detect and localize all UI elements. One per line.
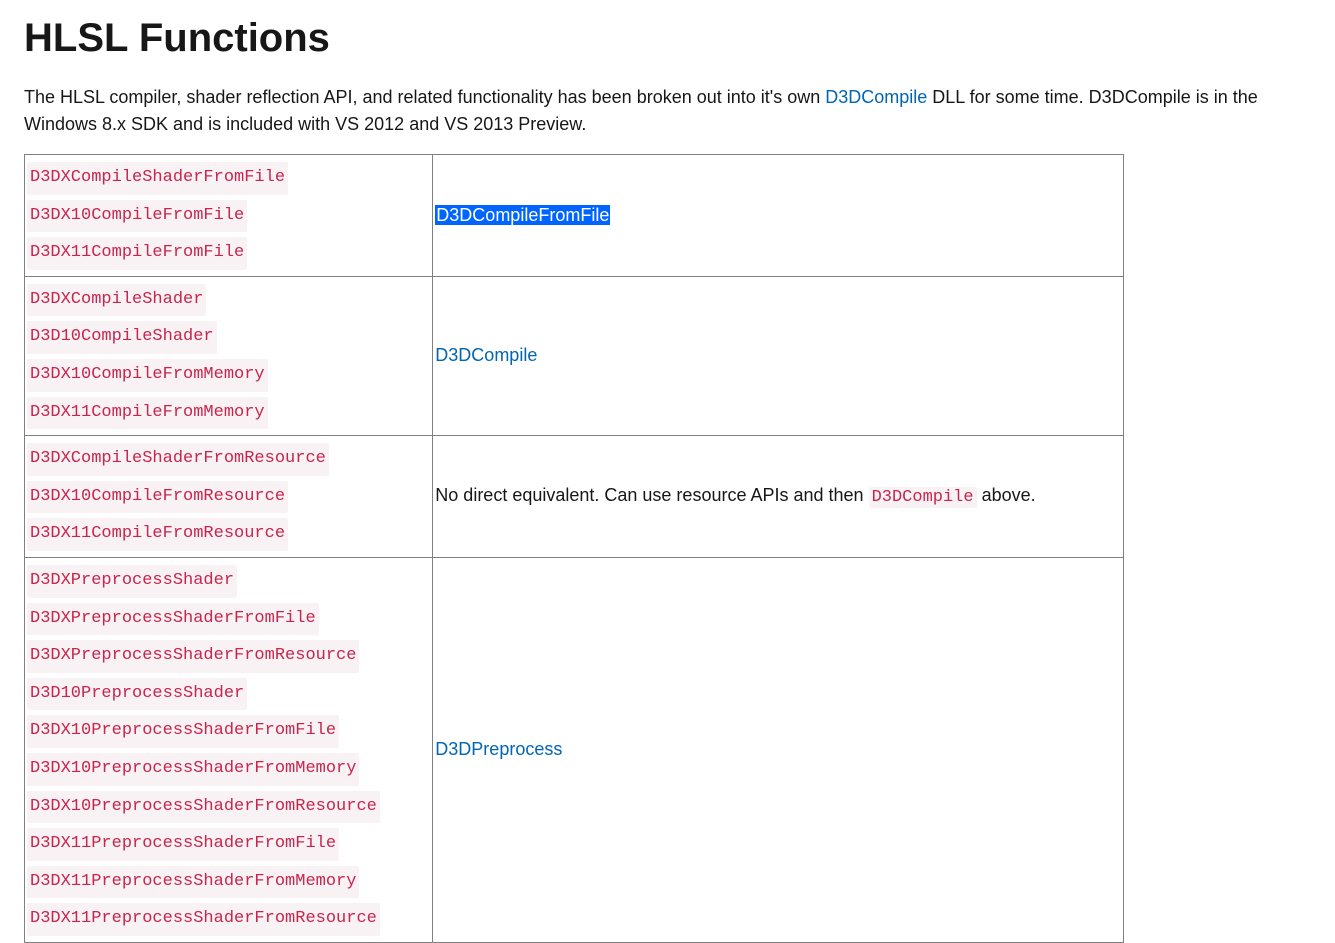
legacy-function: D3DX10CompileFromResource [27, 481, 288, 514]
legacy-function: D3DXCompileShaderFromFile [27, 162, 288, 195]
legacy-function: D3DXPreprocessShaderFromFile [27, 603, 319, 636]
replacement-link[interactable]: D3DCompile [435, 345, 537, 365]
replacement-cell: D3DCompileFromFile [433, 155, 1124, 277]
legacy-function: D3DXCompileShaderFromResource [27, 443, 329, 476]
legacy-function: D3DX10PreprocessShaderFromFile [27, 715, 339, 748]
replacement-text: above. [977, 485, 1036, 505]
table-row: D3DXPreprocessShader D3DXPreprocessShader… [25, 557, 1124, 942]
intro-link-d3dcompile[interactable]: D3DCompile [825, 87, 927, 107]
legacy-function: D3DXPreprocessShaderFromResource [27, 640, 359, 673]
replacement-link[interactable]: D3DCompileFromFile [435, 205, 610, 225]
legacy-function: D3D10PreprocessShader [27, 678, 247, 711]
legacy-function: D3DX11PreprocessShaderFromResource [27, 903, 380, 936]
legacy-function: D3DX10CompileFromFile [27, 200, 247, 233]
legacy-functions-cell: D3DXPreprocessShader D3DXPreprocessShader… [25, 557, 433, 942]
intro-text-pre: The HLSL compiler, shader reflection API… [24, 87, 825, 107]
legacy-function: D3DX10PreprocessShaderFromMemory [27, 753, 359, 786]
legacy-functions-cell: D3DXCompileShaderFromResource D3DX10Compi… [25, 436, 433, 558]
intro-paragraph: The HLSL compiler, shader reflection API… [24, 84, 1311, 138]
legacy-function: D3DX11CompileFromFile [27, 237, 247, 270]
table-row: D3DXCompileShaderFromResource D3DX10Compi… [25, 436, 1124, 558]
replacement-cell: D3DPreprocess [433, 557, 1124, 942]
legacy-functions-cell: D3DXCompileShader D3D10CompileShader D3DX1… [25, 276, 433, 435]
table-row: D3DXCompileShaderFromFile D3DX10CompileFr… [25, 155, 1124, 277]
legacy-function: D3DX11CompileFromMemory [27, 397, 268, 430]
legacy-function: D3D10CompileShader [27, 321, 217, 354]
page-title: HLSL Functions [24, 8, 1311, 68]
legacy-function: D3DX11PreprocessShaderFromMemory [27, 866, 359, 899]
replacement-cell: D3DCompile [433, 276, 1124, 435]
function-table: D3DXCompileShaderFromFile D3DX10CompileFr… [24, 154, 1124, 943]
legacy-function: D3DX10PreprocessShaderFromResource [27, 791, 380, 824]
legacy-function: D3DXPreprocessShader [27, 565, 237, 598]
legacy-function: D3DX11PreprocessShaderFromFile [27, 828, 339, 861]
legacy-function: D3DXCompileShader [27, 284, 206, 317]
legacy-function: D3DX10CompileFromMemory [27, 359, 268, 392]
replacement-code: D3DCompile [869, 487, 977, 508]
replacement-text: No direct equivalent. Can use resource A… [435, 485, 868, 505]
replacement-cell: No direct equivalent. Can use resource A… [433, 436, 1124, 558]
legacy-function: D3DX11CompileFromResource [27, 518, 288, 551]
legacy-functions-cell: D3DXCompileShaderFromFile D3DX10CompileFr… [25, 155, 433, 277]
replacement-link[interactable]: D3DPreprocess [435, 739, 562, 759]
table-row: D3DXCompileShader D3D10CompileShader D3DX1… [25, 276, 1124, 435]
